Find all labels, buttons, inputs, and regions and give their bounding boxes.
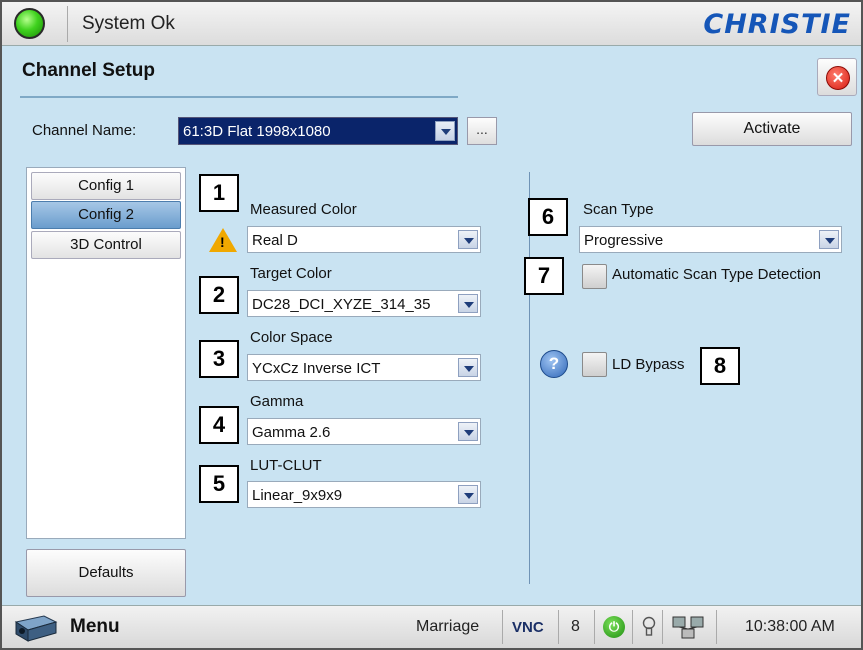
- tab-3d-control[interactable]: 3D Control: [31, 231, 181, 259]
- separator: [502, 610, 503, 644]
- callout-8: 8: [700, 347, 740, 385]
- callout-7: 7: [524, 257, 564, 295]
- clock: 10:38:00 AM: [745, 618, 835, 635]
- chevron-down-icon[interactable]: [435, 121, 455, 141]
- marriage-status: Marriage: [416, 618, 480, 635]
- chevron-down-icon[interactable]: [458, 230, 478, 249]
- bottom-bar: Menu Marriage VNC 8 ⏻ 10:38:00 AM: [2, 605, 861, 648]
- color-space-value: YCxCz Inverse ICT: [252, 360, 381, 377]
- channel-more-button[interactable]: ...: [467, 117, 497, 145]
- separator: [632, 610, 633, 644]
- lamp-icon[interactable]: [642, 616, 656, 638]
- ld-bypass-label: LD Bypass: [612, 356, 685, 373]
- power-icon[interactable]: ⏻: [603, 616, 625, 638]
- chevron-down-icon[interactable]: [458, 358, 478, 377]
- callout-6: 6: [528, 198, 568, 236]
- measured-color-value: Real D: [252, 232, 298, 249]
- tab-config-1[interactable]: Config 1: [31, 172, 181, 200]
- callout-2: 2: [199, 276, 239, 314]
- chevron-down-icon[interactable]: [458, 485, 478, 504]
- gamma-value: Gamma 2.6: [252, 424, 331, 441]
- channel-name-select[interactable]: 61:3D Flat 1998x1080: [178, 117, 458, 145]
- config-tab-list: Config 1 Config 2 3D Control: [26, 167, 186, 539]
- callout-1: 1: [199, 174, 239, 212]
- page-title: Channel Setup: [22, 60, 156, 81]
- help-icon[interactable]: ?: [540, 350, 568, 378]
- channel-name-label: Channel Name:: [32, 122, 137, 139]
- status-text: System Ok: [82, 13, 175, 34]
- defaults-button[interactable]: Defaults: [26, 549, 186, 597]
- target-color-label: Target Color: [250, 265, 332, 282]
- callout-5: 5: [199, 465, 239, 503]
- network-icon[interactable]: [670, 614, 706, 640]
- chevron-down-icon[interactable]: [458, 294, 478, 313]
- separator: [662, 610, 663, 644]
- callout-4: 4: [199, 406, 239, 444]
- vnc-label[interactable]: VNC: [512, 619, 544, 636]
- lut-clut-select[interactable]: Linear_9x9x9: [247, 481, 481, 508]
- close-icon: ✕: [826, 66, 850, 90]
- chevron-down-icon[interactable]: [458, 422, 478, 441]
- chevron-down-icon[interactable]: [819, 230, 839, 249]
- tab-config-2[interactable]: Config 2: [31, 201, 181, 229]
- scan-type-label: Scan Type: [583, 201, 654, 218]
- status-led-icon[interactable]: [14, 8, 45, 39]
- color-space-select[interactable]: YCxCz Inverse ICT: [247, 354, 481, 381]
- gamma-select[interactable]: Gamma 2.6: [247, 418, 481, 445]
- scan-type-value: Progressive: [584, 232, 664, 249]
- christie-logo: CHRISTIE: [703, 9, 851, 40]
- activate-button[interactable]: Activate: [692, 112, 852, 146]
- separator: [594, 610, 595, 644]
- menu-label[interactable]: Menu: [70, 616, 120, 638]
- separator: [716, 610, 717, 644]
- status-bar: System Ok CHRISTIE: [2, 2, 861, 46]
- color-space-label: Color Space: [250, 329, 333, 346]
- projector-menu-icon[interactable]: [14, 614, 58, 642]
- lut-clut-label: LUT-CLUT: [250, 457, 322, 474]
- count-label: 8: [571, 618, 580, 635]
- status-separator: [67, 6, 68, 42]
- measured-color-select[interactable]: Real D: [247, 226, 481, 253]
- warning-icon: !: [209, 228, 237, 252]
- scan-type-select[interactable]: Progressive: [579, 226, 842, 253]
- app-window: System Ok CHRISTIE Channel Setup ✕ Chann…: [0, 0, 863, 650]
- target-color-value: DC28_DCI_XYZE_314_35: [252, 296, 431, 313]
- channel-name-value: 61:3D Flat 1998x1080: [183, 123, 331, 140]
- measured-color-label: Measured Color: [250, 201, 357, 218]
- title-underline: [20, 96, 458, 98]
- gamma-label: Gamma: [250, 393, 304, 410]
- auto-scan-label: Automatic Scan Type Detection: [612, 266, 822, 283]
- callout-3: 3: [199, 340, 239, 378]
- lut-clut-value: Linear_9x9x9: [252, 487, 343, 504]
- auto-scan-checkbox[interactable]: [582, 264, 607, 289]
- separator: [558, 610, 559, 644]
- close-button[interactable]: ✕: [817, 58, 857, 96]
- ld-bypass-checkbox[interactable]: [582, 352, 607, 377]
- target-color-select[interactable]: DC28_DCI_XYZE_314_35: [247, 290, 481, 317]
